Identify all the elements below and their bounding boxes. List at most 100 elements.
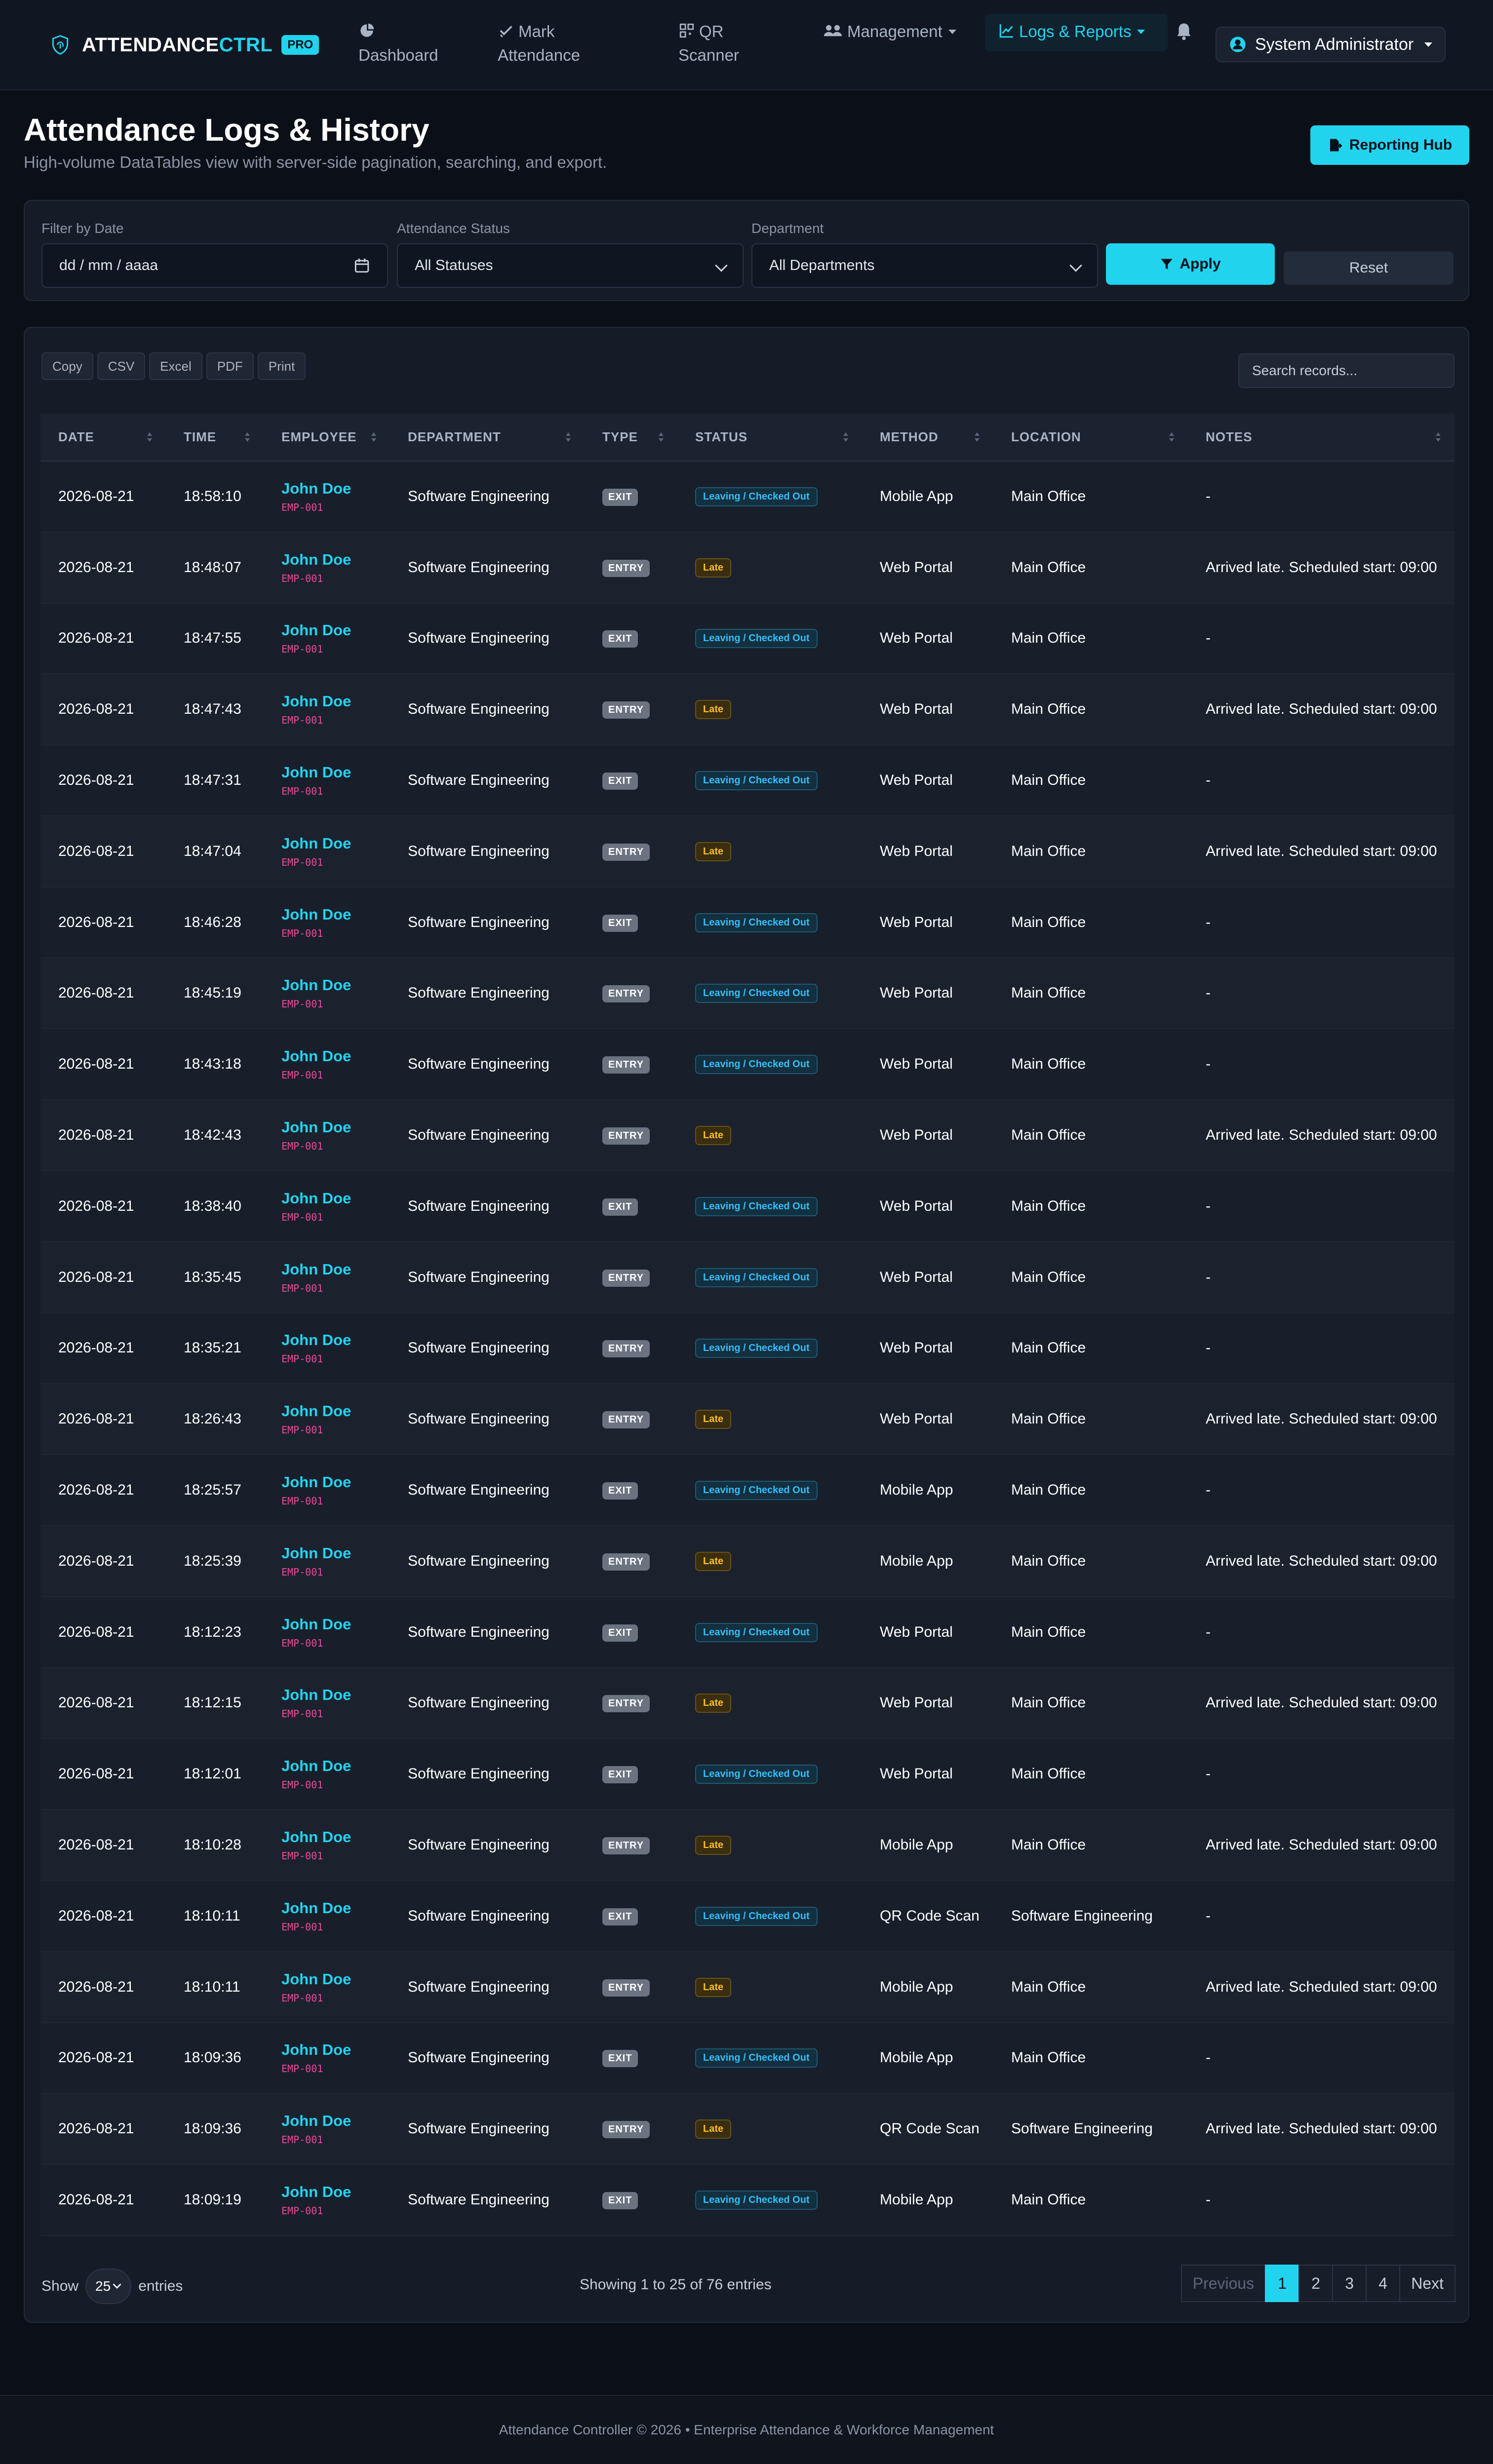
status-filter-label: Attendance Status xyxy=(397,221,510,236)
table-row[interactable]: 2026-08-21 18:25:57 John Doe EMP-001 Softwar… xyxy=(40,1455,1454,1526)
employee-name-link[interactable]: John Doe xyxy=(281,835,390,852)
table-row[interactable]: 2026-08-21 18:47:55 John Doe EMP-001 Softwar… xyxy=(40,603,1454,675)
employee-name-link[interactable]: John Doe xyxy=(281,1473,390,1491)
employee-name-link[interactable]: John Doe xyxy=(281,2041,390,2059)
table-row[interactable]: 2026-08-21 18:58:10 John Doe EMP-001 Softwar… xyxy=(40,461,1454,533)
table-row[interactable]: 2026-08-21 18:09:36 John Doe EMP-001 Softwar… xyxy=(40,2093,1454,2165)
nav-qr-scanner[interactable]: QR Scanner xyxy=(678,20,739,67)
cell-department: Software Engineering xyxy=(390,815,585,887)
column-header-employee[interactable]: EMPLOYEE xyxy=(264,414,390,462)
employee-name-link[interactable]: John Doe xyxy=(281,1402,390,1420)
status-badge: Leaving / Checked Out xyxy=(695,629,818,649)
table-row[interactable]: 2026-08-21 18:38:40 John Doe EMP-001 Softwar… xyxy=(40,1170,1454,1242)
table-row[interactable]: 2026-08-21 18:10:28 John Doe EMP-001 Softwar… xyxy=(40,1810,1454,1881)
cell-date: 2026-08-21 xyxy=(40,461,166,533)
employee-name-link[interactable]: John Doe xyxy=(281,1047,390,1065)
table-row[interactable]: 2026-08-21 18:47:43 John Doe EMP-001 Softwar… xyxy=(40,674,1454,746)
pagination-page-3[interactable]: 3 xyxy=(1332,2265,1367,2302)
nav-mark-attendance[interactable]: Mark Attendance xyxy=(498,20,580,67)
table-row[interactable]: 2026-08-21 18:10:11 John Doe EMP-001 Softwar… xyxy=(40,1951,1454,2023)
pagination-next[interactable]: Next xyxy=(1399,2265,1455,2302)
pagination-previous[interactable]: Previous xyxy=(1180,2265,1266,2302)
employee-name-link[interactable]: John Doe xyxy=(281,2183,390,2201)
type-badge: ENTRY xyxy=(602,843,650,861)
bell-icon[interactable] xyxy=(1175,22,1193,41)
table-row[interactable]: 2026-08-21 18:26:43 John Doe EMP-001 Softwar… xyxy=(40,1384,1454,1456)
column-header-time[interactable]: TIME xyxy=(166,414,264,462)
column-header-type[interactable]: TYPE xyxy=(585,414,677,462)
cell-date: 2026-08-21 xyxy=(40,1241,166,1313)
table-row[interactable]: 2026-08-21 18:12:01 John Doe EMP-001 Softwar… xyxy=(40,1738,1454,1810)
employee-name-link[interactable]: John Doe xyxy=(281,906,390,924)
employee-name-link[interactable]: John Doe xyxy=(281,551,390,569)
search-input[interactable]: Search records... xyxy=(1238,353,1454,388)
employee-name-link[interactable]: John Doe xyxy=(281,1970,390,1988)
table-row[interactable]: 2026-08-21 18:35:21 John Doe EMP-001 Softwar… xyxy=(40,1312,1454,1385)
table-row[interactable]: 2026-08-21 18:10:11 John Doe EMP-001 Softwar… xyxy=(40,1880,1454,1952)
employee-name-link[interactable]: John Doe xyxy=(281,764,390,781)
table-row[interactable]: 2026-08-21 18:09:19 John Doe EMP-001 Softwar… xyxy=(40,2164,1454,2236)
employee-name-link[interactable]: John Doe xyxy=(281,1190,390,1207)
employee-name-link[interactable]: John Doe xyxy=(281,693,390,710)
department-filter-value: All Departments xyxy=(769,257,875,273)
pagination-page-1[interactable]: 1 xyxy=(1265,2265,1300,2302)
calendar-icon[interactable] xyxy=(354,257,370,274)
brand-logo[interactable]: ATTENDANCE CTRL PRO xyxy=(49,32,319,58)
pdf-button[interactable]: PDF xyxy=(206,352,254,380)
status-filter-select[interactable]: All Statuses xyxy=(397,243,744,288)
employee-name-link[interactable]: John Doe xyxy=(281,1261,390,1278)
nav-management[interactable]: Management xyxy=(823,20,956,43)
employee-name-link[interactable]: John Doe xyxy=(281,1118,390,1136)
logs-table-card: Copy CSV Excel PDF Print Search records.… xyxy=(24,327,1469,2323)
employee-name-link[interactable]: John Doe xyxy=(281,621,390,639)
column-header-location[interactable]: LOCATION xyxy=(993,414,1188,462)
cell-notes: Arrived late. Scheduled start: 09:00 xyxy=(1188,815,1454,887)
employee-name-link[interactable]: John Doe xyxy=(281,480,390,498)
status-badge: Leaving / Checked Out xyxy=(695,1055,818,1075)
table-row[interactable]: 2026-08-21 18:09:36 John Doe EMP-001 Softwar… xyxy=(40,2022,1454,2094)
page-subtitle: High-volume DataTables view with server-… xyxy=(24,153,607,171)
table-row[interactable]: 2026-08-21 18:12:15 John Doe EMP-001 Softwar… xyxy=(40,1667,1454,1739)
excel-button[interactable]: Excel xyxy=(149,352,202,380)
column-header-department[interactable]: DEPARTMENT xyxy=(390,414,585,462)
nav-dashboard[interactable]: Dashboard xyxy=(358,20,438,67)
copy-button[interactable]: Copy xyxy=(41,352,93,380)
table-row[interactable]: 2026-08-21 18:25:39 John Doe EMP-001 Softwar… xyxy=(40,1525,1454,1597)
employee-name-link[interactable]: John Doe xyxy=(281,1544,390,1562)
column-header-status[interactable]: STATUS xyxy=(677,414,862,462)
table-row[interactable]: 2026-08-21 18:45:19 John Doe EMP-001 Softwar… xyxy=(40,958,1454,1030)
pagination-page-4[interactable]: 4 xyxy=(1366,2265,1401,2302)
cell-location: Main Office xyxy=(993,815,1188,887)
employee-name-link[interactable]: John Doe xyxy=(281,1899,390,1917)
table-row[interactable]: 2026-08-21 18:35:45 John Doe EMP-001 Softwar… xyxy=(40,1241,1454,1313)
employee-name-link[interactable]: John Doe xyxy=(281,1828,390,1846)
department-filter-select[interactable]: All Departments xyxy=(751,243,1098,288)
print-button[interactable]: Print xyxy=(257,352,306,380)
csv-button[interactable]: CSV xyxy=(97,352,146,380)
table-row[interactable]: 2026-08-21 18:42:43 John Doe EMP-001 Softwar… xyxy=(40,1100,1454,1171)
pagination-page-2[interactable]: 2 xyxy=(1298,2265,1334,2302)
table-row[interactable]: 2026-08-21 18:43:18 John Doe EMP-001 Softwar… xyxy=(40,1029,1454,1101)
employee-name-link[interactable]: John Doe xyxy=(281,1757,390,1775)
nav-logs-reports[interactable]: Logs & Reports xyxy=(998,20,1145,43)
table-row[interactable]: 2026-08-21 18:48:07 John Doe EMP-001 Softwar… xyxy=(40,532,1454,604)
table-row[interactable]: 2026-08-21 18:47:04 John Doe EMP-001 Softwar… xyxy=(40,815,1454,887)
column-header-notes[interactable]: NOTES xyxy=(1188,414,1454,462)
reset-filters-button[interactable]: Reset xyxy=(1284,251,1454,285)
table-row[interactable]: 2026-08-21 18:47:31 John Doe EMP-001 Softwar… xyxy=(40,745,1454,816)
user-menu-button[interactable]: System Administrator xyxy=(1216,27,1446,62)
page-length-select[interactable]: 25 xyxy=(85,2269,132,2304)
apply-filters-button[interactable]: Apply xyxy=(1106,243,1275,285)
employee-name-link[interactable]: John Doe xyxy=(281,976,390,994)
date-filter-input[interactable]: dd / mm / aaaa xyxy=(41,243,388,288)
employee-name-link[interactable]: John Doe xyxy=(281,1331,390,1349)
column-header-date[interactable]: DATE xyxy=(40,414,166,462)
employee-name-link[interactable]: John Doe xyxy=(281,1686,390,1704)
table-row[interactable]: 2026-08-21 18:46:28 John Doe EMP-001 Softwar… xyxy=(40,886,1454,959)
sort-icon xyxy=(371,432,376,443)
employee-name-link[interactable]: John Doe xyxy=(281,2112,390,2130)
employee-name-link[interactable]: John Doe xyxy=(281,1616,390,1633)
table-row[interactable]: 2026-08-21 18:12:23 John Doe EMP-001 Softwar… xyxy=(40,1596,1454,1668)
reporting-hub-button[interactable]: Reporting Hub xyxy=(1310,125,1469,165)
column-header-method[interactable]: METHOD xyxy=(862,414,993,462)
